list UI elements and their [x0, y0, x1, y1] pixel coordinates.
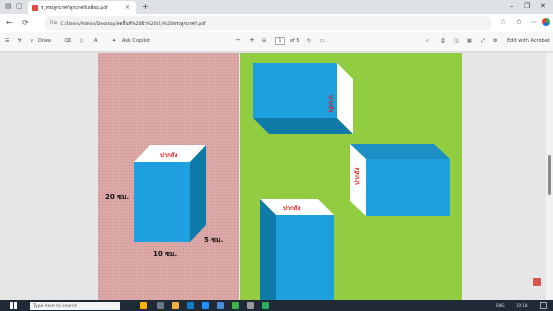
box4-label: ปากถัง	[283, 205, 301, 212]
box3-label: ปากถัง	[354, 167, 361, 185]
box1-side-face	[190, 145, 206, 242]
tab-close-icon[interactable]: ×	[125, 4, 130, 11]
copilot-small-icon[interactable]: ✦	[112, 38, 116, 44]
expand-icon[interactable]: ⤢	[481, 38, 485, 44]
edit-with-acrobat-button[interactable]: Edit with Acrobat	[507, 38, 550, 44]
page-view-icon[interactable]: ▭	[320, 38, 325, 44]
language-indicator[interactable]: ENG	[496, 303, 505, 308]
save-icon[interactable]: ◫	[454, 38, 459, 44]
pdf-file-icon	[32, 4, 38, 11]
sidebar-pdf-icon[interactable]	[533, 278, 541, 286]
windows-start-icon[interactable]	[10, 302, 17, 309]
task-view-icon[interactable]	[157, 302, 164, 309]
print-icon[interactable]: ⎙	[441, 38, 445, 44]
box4-side-face	[260, 199, 276, 300]
box1-depth-label: 5 ซม.	[204, 236, 224, 244]
title-bar: ▤ ▢ ร_ทรงลูกบาศก์ลูกบาศก์เหลี่ยม.pdf × +…	[0, 0, 553, 14]
eraser-icon[interactable]: ⌫	[64, 38, 71, 44]
rotate-icon[interactable]: ↻	[307, 38, 311, 44]
app-icon[interactable]	[217, 302, 224, 309]
app2-icon[interactable]	[247, 302, 254, 309]
app3-icon[interactable]	[262, 302, 269, 309]
ask-copilot-button[interactable]: Ask Copilot	[122, 38, 150, 44]
minimize-button[interactable]: –	[510, 2, 514, 10]
chrome-icon[interactable]	[232, 302, 239, 309]
zoom-in-button[interactable]: +	[249, 36, 255, 44]
box2-front-face	[253, 63, 337, 118]
clock[interactable]: 10:18	[516, 303, 528, 308]
draw-button[interactable]: Draw	[38, 38, 51, 44]
tab-title: ร_ทรงลูกบาศก์ลูกบาศก์เหลี่ยม.pdf	[41, 6, 108, 11]
pdf-toolbar: ☰ ∀ ⋎ Draw ⌫ ▯ A ✦ Ask Copilot − + ⊟ 1 o…	[0, 32, 553, 52]
box3-front-face	[366, 159, 450, 216]
draw-icon[interactable]: ⋎	[30, 38, 34, 44]
refresh-button[interactable]: ⟳	[22, 18, 29, 27]
store-icon[interactable]	[202, 302, 209, 309]
maximize-button[interactable]: ❐	[524, 2, 530, 10]
new-tab-button[interactable]: +	[142, 2, 149, 11]
box1-top-label: ปากถัง	[160, 152, 178, 159]
more-menu-icon[interactable]: ⋯	[530, 18, 537, 26]
tab-pdf[interactable]: ร_ทรงลูกบาศก์ลูกบาศก์เหลี่ยม.pdf ×	[28, 1, 136, 14]
url-text: C:/Users/Admin/Desktop/ลดพื้นที่%20ผิว%2…	[60, 21, 206, 27]
box2-label: ปากถัง	[327, 95, 334, 113]
search-icon[interactable]: ⌕	[426, 38, 429, 44]
highlight-icon[interactable]: ∀	[18, 38, 21, 44]
taskbar-search-text: Type here to search	[33, 303, 78, 309]
address-bar-row: ← ⟳ File C:/Users/Admin/Desktop/ลดพื้นที…	[0, 14, 553, 32]
favorite-star-icon[interactable]: ☆	[500, 18, 506, 26]
weather-icon[interactable]	[140, 302, 147, 309]
windows-taskbar: Type here to search ENG 10:18	[0, 300, 553, 311]
tab-actions-icon[interactable]: ▢	[16, 2, 23, 10]
box2-bottom-face	[253, 118, 353, 134]
notification-icon[interactable]	[540, 302, 547, 309]
taskbar-search-input[interactable]: Type here to search	[30, 302, 120, 310]
address-input[interactable]: File C:/Users/Admin/Desktop/ลดพื้นที่%20…	[44, 16, 492, 30]
edge-icon[interactable]	[187, 302, 194, 309]
screen: ▤ ▢ ร_ทรงลูกบาศก์ลูกบาศก์เหลี่ยม.pdf × +…	[0, 0, 553, 311]
copilot-icon[interactable]	[542, 18, 550, 26]
page-number-input[interactable]: 1	[275, 37, 285, 45]
back-button[interactable]: ←	[6, 18, 13, 27]
contents-icon[interactable]: ☰	[5, 38, 9, 44]
page-total: of 5	[290, 38, 300, 44]
scrollbar-thumb[interactable]	[548, 155, 551, 195]
box1-width-label: 10 ซม.	[153, 250, 178, 258]
favorites-icon[interactable]: ✩	[516, 18, 522, 26]
add-text-icon[interactable]: ▯	[80, 38, 83, 44]
read-aloud-icon[interactable]: A	[94, 38, 97, 44]
fit-page-icon[interactable]: ⊟	[262, 38, 266, 44]
save-as-icon[interactable]: ▦	[467, 38, 472, 44]
close-window-button[interactable]: ✕	[540, 2, 546, 10]
box1-height-label: 20 ซม.	[105, 193, 130, 201]
settings-icon[interactable]: ⚙	[493, 38, 497, 44]
zoom-out-button[interactable]: −	[235, 36, 241, 44]
box3-top-face	[350, 144, 450, 159]
app-menu-icon[interactable]: ▤	[5, 2, 12, 10]
file-scheme-label: File	[50, 20, 58, 26]
box4-front-face	[276, 215, 334, 300]
file-explorer-icon[interactable]	[172, 302, 179, 309]
box1-front-face	[134, 162, 190, 242]
